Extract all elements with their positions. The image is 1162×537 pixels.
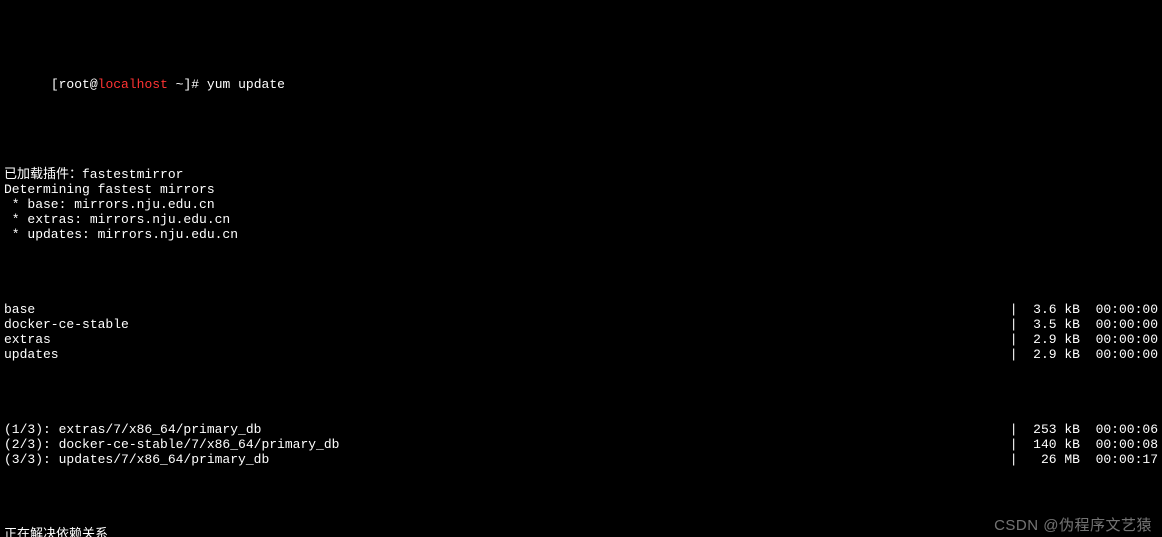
download-name: (1/3): extras/7/x86_64/primary_db <box>4 422 261 437</box>
intro-text: * base: mirrors.nju.edu.cn <box>4 197 215 212</box>
repo-name: base <box>4 302 35 317</box>
repo-status: | 3.6 kB 00:00:00 <box>1010 302 1158 317</box>
command-text: yum update <box>207 77 285 92</box>
intro-line: Determining fastest mirrors <box>4 182 1158 197</box>
download-name: (3/3): updates/7/x86_64/primary_db <box>4 452 269 467</box>
intro-text: 已加载插件：fastestmirror <box>4 167 183 182</box>
intro-block: 已加载插件：fastestmirrorDetermining fastest m… <box>4 167 1158 242</box>
repo-status: | 3.5 kB 00:00:00 <box>1010 317 1158 332</box>
download-status: | 140 kB 00:00:08 <box>1010 437 1158 452</box>
download-line: (2/3): docker-ce-stable/7/x86_64/primary… <box>4 437 1158 452</box>
intro-line: * extras: mirrors.nju.edu.cn <box>4 212 1158 227</box>
intro-text: * updates: mirrors.nju.edu.cn <box>4 227 238 242</box>
download-block: (1/3): extras/7/x86_64/primary_db | 253 k… <box>4 422 1158 467</box>
terminal-output: [root@localhost ~]# yum update 已加载插件：fas… <box>0 0 1162 537</box>
repo-line: docker-ce-stable | 3.5 kB 00:00:00 <box>4 317 1158 332</box>
repo-name: updates <box>4 347 59 362</box>
download-name: (2/3): docker-ce-stable/7/x86_64/primary… <box>4 437 339 452</box>
repo-line: base | 3.6 kB 00:00:00 <box>4 302 1158 317</box>
deps-header-line: 正在解决依赖关系 <box>4 527 1158 537</box>
prompt-host: localhost <box>98 77 168 92</box>
intro-text: Determining fastest mirrors <box>4 182 215 197</box>
prompt-line[interactable]: [root@localhost ~]# yum update <box>4 62 1158 107</box>
deps-header-text: 正在解决依赖关系 <box>4 527 108 537</box>
prompt-bracket-open: [ <box>51 77 59 92</box>
download-status: | 26 MB 00:00:17 <box>1010 452 1158 467</box>
repo-status: | 2.9 kB 00:00:00 <box>1010 332 1158 347</box>
repo-line: extras | 2.9 kB 00:00:00 <box>4 332 1158 347</box>
intro-text: * extras: mirrors.nju.edu.cn <box>4 212 230 227</box>
download-status: | 253 kB 00:00:06 <box>1010 422 1158 437</box>
prompt-path: ~ <box>168 77 184 92</box>
prompt-at: @ <box>90 77 98 92</box>
intro-line: * base: mirrors.nju.edu.cn <box>4 197 1158 212</box>
intro-line: * updates: mirrors.nju.edu.cn <box>4 227 1158 242</box>
prompt-user: root <box>59 77 90 92</box>
download-line: (1/3): extras/7/x86_64/primary_db | 253 k… <box>4 422 1158 437</box>
deps-header-block: 正在解决依赖关系--> 正在检查事务 <box>4 527 1158 537</box>
repo-name: extras <box>4 332 51 347</box>
repo-block: base | 3.6 kB 00:00:00 docker-ce-stable | 3… <box>4 302 1158 362</box>
download-line: (3/3): updates/7/x86_64/primary_db | 26 M… <box>4 452 1158 467</box>
repo-name: docker-ce-stable <box>4 317 129 332</box>
repo-line: updates | 2.9 kB 00:00:00 <box>4 347 1158 362</box>
repo-status: | 2.9 kB 00:00:00 <box>1010 347 1158 362</box>
intro-line: 已加载插件：fastestmirror <box>4 167 1158 182</box>
prompt-hash: # <box>191 77 207 92</box>
